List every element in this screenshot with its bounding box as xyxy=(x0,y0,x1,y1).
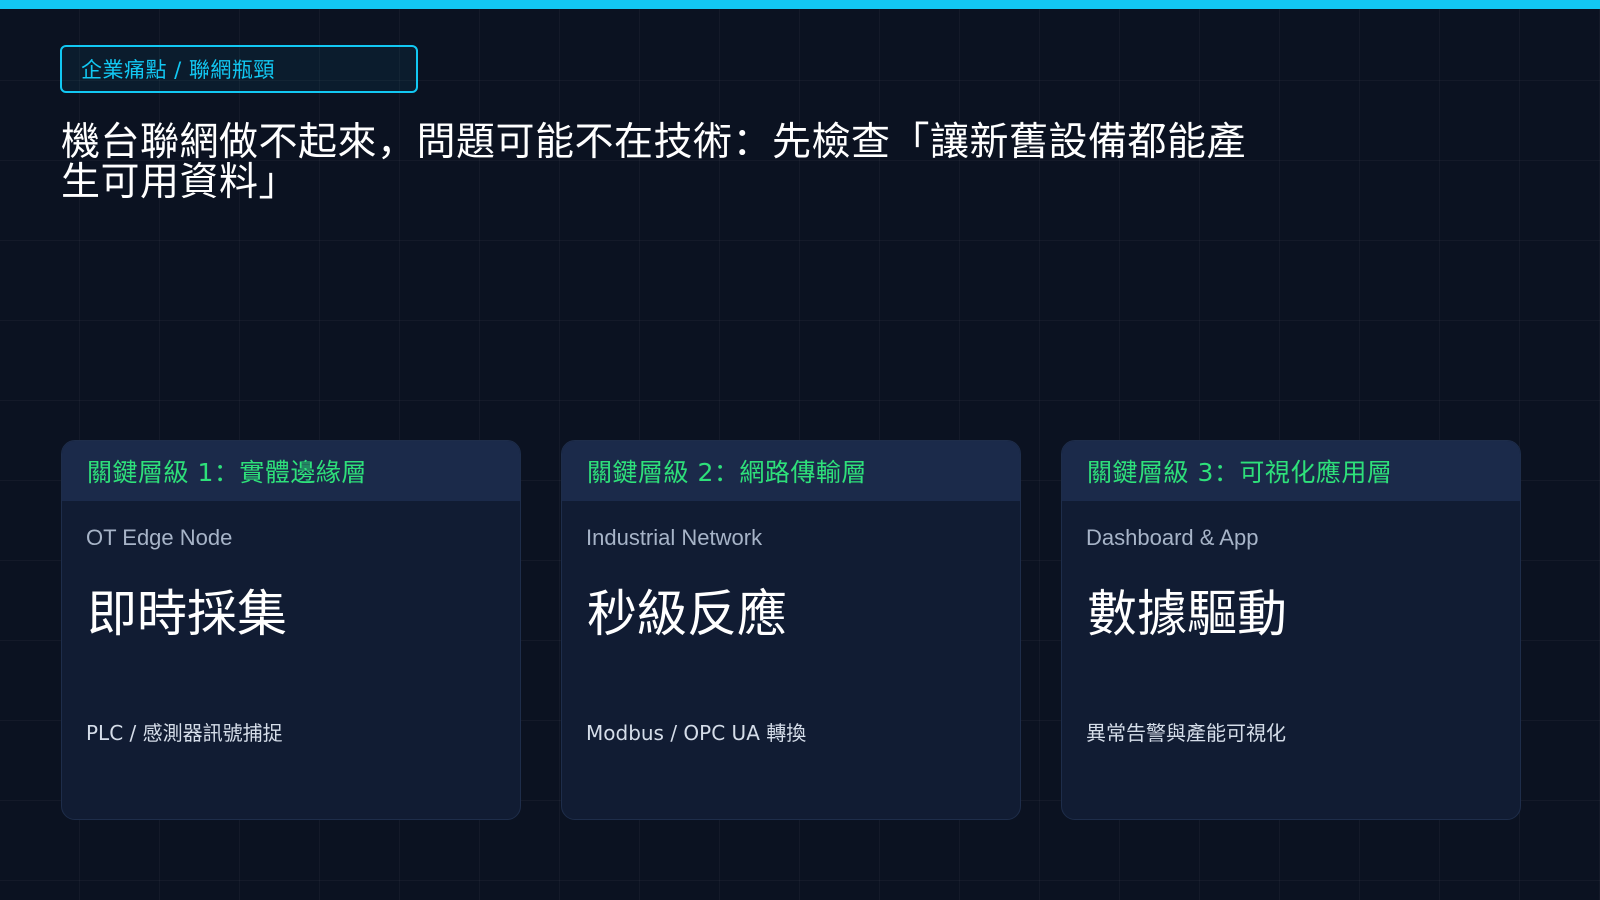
card-headline: 即時採集 xyxy=(87,585,287,643)
card-description: Modbus / OPC UA 轉換 xyxy=(586,721,807,745)
card-description: 異常告警與產能可視化 xyxy=(1086,721,1286,745)
card-subtitle: Dashboard & App xyxy=(1086,525,1259,550)
card-headline: 數據驅動 xyxy=(1087,585,1287,643)
card-subtitle: OT Edge Node xyxy=(86,525,233,550)
category-tag: 企業痛點 / 聯網瓶頸 xyxy=(60,45,418,93)
layer-card-edge: 關鍵層級 1：實體邊緣層 OT Edge Node 即時採集 PLC / 感測器… xyxy=(61,440,521,820)
page-title: 機台聯網做不起來，問題可能不在技術：先檢查「讓新舊設備都能產生可用資料」 xyxy=(61,120,1247,205)
card-level-label: 關鍵層級 2：網路傳輸層 xyxy=(587,458,867,487)
top-accent-bar xyxy=(0,0,1600,9)
card-header: 關鍵層級 1：實體邊緣層 xyxy=(62,441,520,501)
card-headline: 秒級反應 xyxy=(587,585,787,643)
layer-card-application: 關鍵層級 3：可視化應用層 Dashboard & App 數據驅動 異常告警與… xyxy=(1061,440,1521,820)
card-subtitle: Industrial Network xyxy=(586,525,763,550)
card-description: PLC / 感測器訊號捕捉 xyxy=(86,721,283,745)
card-level-label: 關鍵層級 1：實體邊緣層 xyxy=(87,458,367,487)
card-level-label: 關鍵層級 3：可視化應用層 xyxy=(1087,458,1393,487)
card-header: 關鍵層級 3：可視化應用層 xyxy=(1062,441,1520,501)
layer-card-network: 關鍵層級 2：網路傳輸層 Industrial Network 秒級反應 Mod… xyxy=(561,440,1021,820)
category-tag-label: 企業痛點 / 聯網瓶頸 xyxy=(81,58,275,82)
card-header: 關鍵層級 2：網路傳輸層 xyxy=(562,441,1020,501)
